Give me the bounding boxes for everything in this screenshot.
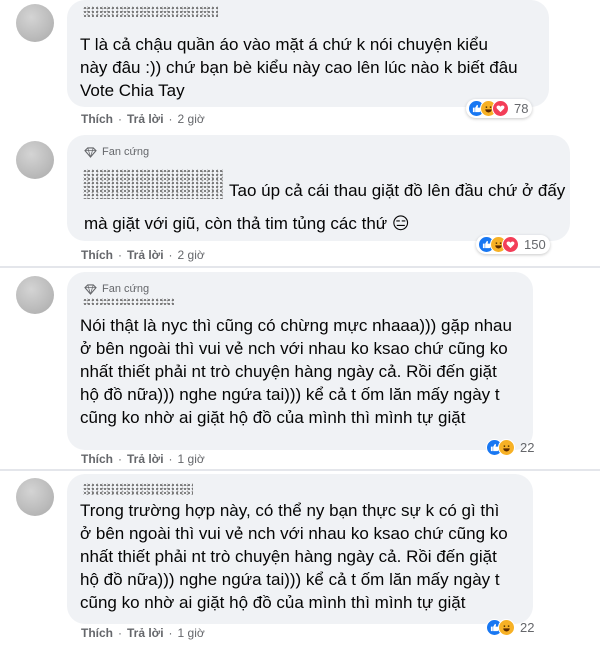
love-icon [502, 236, 519, 253]
comment-1: T là cả chậu quần áo vào mặt á chứ k nói… [0, 0, 600, 135]
dot-separator: · [168, 248, 173, 262]
comment-text: mà giặt với giũ, còn thả tim tủng các th… [84, 214, 410, 233]
fan-badge-label: Fan cứng [102, 283, 150, 295]
commenter-name-blurred[interactable] [83, 6, 218, 17]
reaction-summary[interactable]: 22 [484, 618, 538, 637]
dot-separator: · [118, 248, 122, 262]
comment-3: Fan cứng Nói thật là nyc thì cũng có chừ… [0, 272, 600, 470]
dot-separator: · [118, 112, 122, 126]
dot-separator: · [168, 626, 173, 640]
haha-icon [498, 439, 515, 456]
image-divider [0, 469, 600, 471]
reply-link[interactable]: Trả lời [127, 452, 164, 466]
comment-bubble: Trong trường hợp này, có thể ny bạn thực… [67, 474, 533, 624]
comment-text: Trong trường hợp này, có thể ny bạn thực… [80, 501, 508, 612]
like-link[interactable]: Thích [81, 112, 113, 126]
fan-badge: Fan cứng [84, 146, 149, 158]
comment-bubble: Fan cứng Tao úp cả cái thau giặt đồ lên … [67, 135, 570, 241]
comment-actions: Thích · Trả lời · 2 giờ [81, 248, 205, 262]
timestamp[interactable]: 1 giờ [178, 626, 205, 640]
comment-text: T là cả chậu quần áo vào mặt á chứ k nói… [80, 35, 518, 100]
commenter-name-blurred[interactable] [83, 483, 193, 495]
comment-text: Nói thật là nyc thì cũng có chừng mực nh… [80, 316, 512, 427]
reply-link[interactable]: Trả lời [127, 626, 164, 640]
reply-link[interactable]: Trả lời [127, 112, 164, 126]
commenter-name-blurred[interactable] [83, 298, 175, 305]
comment-actions: Thích · Trả lời · 1 giờ [81, 626, 205, 640]
timestamp[interactable]: 2 giờ [178, 248, 205, 262]
reply-link[interactable]: Trả lời [127, 248, 164, 262]
comment-text-first-line: Tao úp cả cái thau giặt đồ lên đầu chứ ở… [229, 181, 566, 200]
comment-actions: Thích · Trả lời · 2 giờ [81, 112, 205, 126]
reaction-summary[interactable]: 150 [476, 235, 550, 254]
reaction-count: 22 [520, 620, 535, 635]
diamond-icon [84, 146, 97, 158]
like-link[interactable]: Thích [81, 248, 113, 262]
comment-bubble: T là cả chậu quần áo vào mặt á chứ k nói… [67, 0, 549, 107]
reaction-count: 78 [514, 101, 529, 116]
avatar[interactable] [16, 141, 54, 179]
commenter-name-blurred[interactable] [83, 169, 223, 199]
dot-separator: · [168, 112, 173, 126]
avatar[interactable] [16, 276, 54, 314]
reaction-summary[interactable]: 22 [484, 438, 538, 457]
avatar[interactable] [16, 4, 54, 42]
like-link[interactable]: Thích [81, 452, 113, 466]
fan-badge-label: Fan cứng [102, 146, 150, 158]
avatar[interactable] [16, 478, 54, 516]
haha-icon [498, 619, 515, 636]
comment-bubble: Fan cứng Nói thật là nyc thì cũng có chừ… [67, 272, 533, 450]
reaction-summary[interactable]: 78 [466, 99, 533, 118]
dot-separator: · [168, 452, 173, 466]
comment-2: Fan cứng Tao úp cả cái thau giặt đồ lên … [0, 135, 600, 265]
like-link[interactable]: Thích [81, 626, 113, 640]
timestamp[interactable]: 2 giờ [178, 112, 205, 126]
diamond-icon [84, 283, 97, 295]
timestamp[interactable]: 1 giờ [178, 452, 205, 466]
comment-actions: Thích · Trả lời · 1 giờ [81, 452, 205, 466]
fan-badge: Fan cứng [84, 283, 149, 295]
dot-separator: · [118, 626, 122, 640]
dot-separator: · [118, 452, 122, 466]
image-divider [0, 266, 600, 268]
comment-4: Trong trường hợp này, có thể ny bạn thực… [0, 474, 600, 648]
reaction-count: 22 [520, 440, 535, 455]
reaction-count: 150 [524, 237, 546, 252]
love-icon [492, 100, 509, 117]
